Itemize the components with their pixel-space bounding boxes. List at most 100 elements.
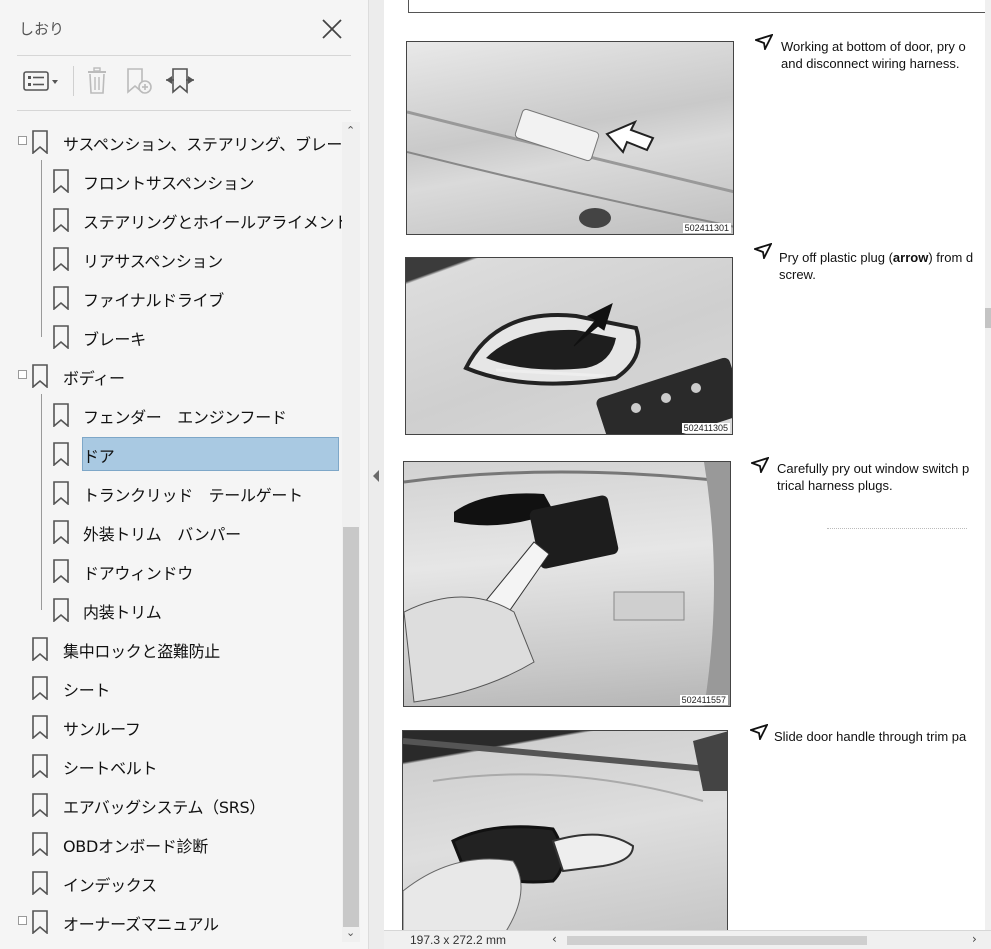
list-options-button[interactable]: [21, 64, 61, 98]
scroll-down-icon[interactable]: ⌄: [346, 926, 355, 939]
bookmark-icon: [53, 247, 69, 271]
page-rule: [408, 0, 409, 13]
step-text: Pry off plastic plug (arrow) from d scre…: [779, 249, 973, 283]
bookmark-icon: [53, 442, 69, 466]
collapse-panel-icon[interactable]: [373, 470, 379, 482]
bookmark-item[interactable]: シート: [0, 668, 342, 707]
bookmark-label: サンルーフ: [63, 720, 141, 739]
bookmark-label: ドアウィンドウ: [83, 564, 193, 583]
photo-drawing: [403, 731, 727, 930]
scroll-left-icon[interactable]: ‹: [552, 932, 557, 946]
bookmark-toolbar: [17, 58, 351, 104]
divider: [17, 110, 351, 111]
panel-splitter[interactable]: [368, 0, 384, 949]
new-bookmark-icon: [127, 68, 152, 94]
photo-drawing: [463, 303, 732, 434]
expand-bookmark-icon: [166, 68, 194, 94]
scroll-up-icon[interactable]: ⌃: [346, 124, 355, 137]
bookmark-item[interactable]: エアバッグシステム（SRS）: [0, 785, 342, 824]
step-line: and disconnect wiring harness.: [781, 56, 960, 71]
close-icon[interactable]: [319, 16, 345, 42]
bookmark-item-selected[interactable]: ドア: [0, 434, 342, 473]
new-bookmark-button[interactable]: [123, 64, 155, 98]
bookmark-icon: [53, 481, 69, 505]
divider: [17, 55, 351, 56]
bookmark-item[interactable]: トランクリッド テールゲート: [0, 473, 342, 512]
bookmark-icon: [53, 598, 69, 622]
bookmark-icon: [53, 403, 69, 427]
step-line: trical harness plugs.: [777, 478, 893, 493]
status-bar: 197.3 x 272.2 mm ‹ ›: [384, 930, 991, 949]
bookmark-item[interactable]: オーナーズマニュアル: [0, 902, 342, 941]
step-line: screw.: [779, 267, 816, 282]
bookmark-label: エアバッグシステム（SRS）: [63, 798, 266, 817]
bookmark-item[interactable]: 集中ロックと盗難防止: [0, 629, 342, 668]
bookmark-scrollbar[interactable]: ⌃ ⌄: [342, 122, 360, 942]
collapse-toggle[interactable]: [18, 370, 27, 379]
panel-title: しおり: [19, 20, 65, 38]
selection-highlight: [82, 437, 339, 471]
bookmark-label: オーナーズマニュアル: [63, 915, 219, 934]
bookmark-item[interactable]: サンルーフ: [0, 707, 342, 746]
bookmark-item[interactable]: ボディー: [0, 356, 342, 395]
bookmark-item[interactable]: サスペンション、ステアリング、ブレーキ全般: [0, 122, 342, 161]
step-line: Pry off plastic plug (arrow) from d: [779, 249, 973, 266]
step-line: Working at bottom of door, pry o: [781, 39, 966, 54]
bookmark-icon: [32, 832, 48, 856]
collapse-toggle[interactable]: [18, 136, 27, 145]
bookmark-icon: [53, 520, 69, 544]
step-emphasis: arrow: [892, 250, 929, 265]
figure-code: 502411301: [682, 223, 731, 233]
step-arrow-icon: [755, 34, 773, 50]
bookmark-label: ドア: [83, 447, 115, 466]
bookmark-item[interactable]: ステアリングとホイールアライメント: [0, 200, 342, 239]
bookmark-item[interactable]: リアサスペンション: [0, 239, 342, 278]
bookmark-item[interactable]: ファイナルドライブ: [0, 278, 342, 317]
document-view: 502411301 Working at bottom of door, pry…: [384, 0, 991, 930]
bookmark-label: サスペンション、ステアリング、ブレーキ全般: [63, 135, 342, 154]
bookmark-item[interactable]: シートベルト: [0, 746, 342, 785]
bookmark-item[interactable]: 内装トリム: [0, 590, 342, 629]
step-arrow-icon: [750, 724, 768, 740]
bookmark-label: ファイナルドライブ: [83, 291, 224, 310]
step-text: Carefully pry out window switch p trical…: [777, 460, 969, 494]
trash-icon: [88, 67, 106, 94]
step-text-part: ) from d: [928, 250, 974, 265]
collapse-toggle[interactable]: [18, 916, 27, 925]
bookmark-label: 外装トリム バンパー: [83, 525, 241, 544]
bookmark-label: インデックス: [63, 876, 157, 895]
bookmark-item[interactable]: インデックス: [0, 863, 342, 902]
door-bottom-photo: 502411301: [406, 41, 734, 235]
bookmark-item[interactable]: OBDオンボード診断: [0, 824, 342, 863]
scroll-thumb[interactable]: [343, 527, 359, 927]
bookmark-icon: [32, 676, 48, 700]
bookmark-item[interactable]: ブレーキ: [0, 317, 342, 356]
bookmark-item[interactable]: ドアウィンドウ: [0, 551, 342, 590]
horizontal-scroll-thumb[interactable]: [567, 936, 867, 945]
bookmark-icon: [32, 130, 48, 154]
bookmark-label: ボディー: [63, 369, 125, 388]
bookmark-label: シート: [63, 681, 111, 700]
bookmark-icon: [32, 637, 48, 661]
bookmark-item[interactable]: 外装トリム バンパー: [0, 512, 342, 551]
step-line: Carefully pry out window switch p: [777, 461, 970, 476]
bookmark-icon: [53, 169, 69, 193]
bookmark-label: 集中ロックと盗難防止: [63, 642, 221, 661]
bookmark-label: フェンダー エンジンフード: [83, 408, 287, 427]
scroll-thumb[interactable]: [985, 308, 991, 328]
scroll-right-icon[interactable]: ›: [972, 932, 977, 946]
door-handle-photo: 502411305: [405, 257, 733, 435]
bookmark-icon: [53, 208, 69, 232]
expand-bookmark-button[interactable]: [163, 64, 197, 98]
document-vertical-scrollbar[interactable]: [985, 0, 991, 930]
bookmark-item[interactable]: フェンダー エンジンフード: [0, 395, 342, 434]
bookmark-label: リアサスペンション: [83, 252, 223, 271]
bookmark-icon: [32, 754, 48, 778]
delete-bookmark-button[interactable]: [83, 64, 111, 98]
page-rule: [408, 12, 991, 13]
toolbar-divider: [73, 66, 74, 96]
bookmark-item[interactable]: フロントサスペンション: [0, 161, 342, 200]
step-text-part: Pry off plastic plug (: [779, 250, 893, 265]
door-handle-removal-photo: [402, 730, 728, 930]
bookmark-icon: [32, 871, 48, 895]
